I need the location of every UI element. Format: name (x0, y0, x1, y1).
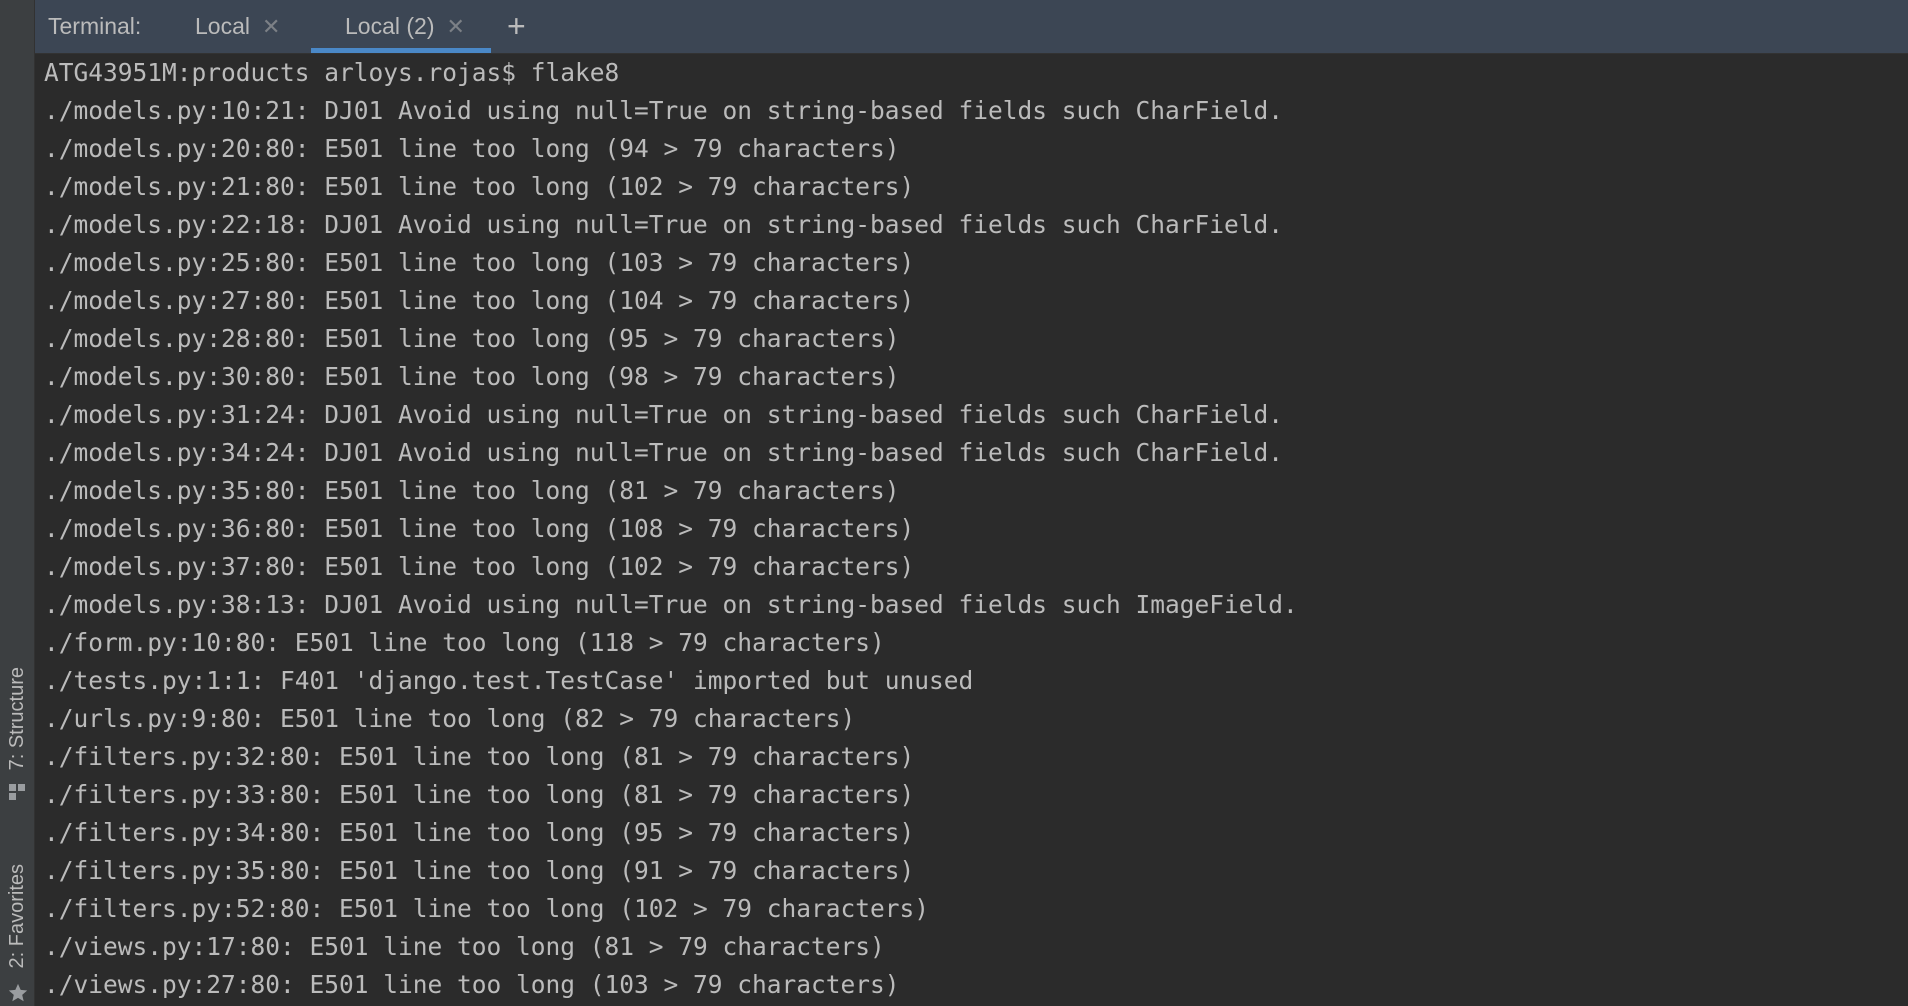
terminal-line: ./models.py:21:80: E501 line too long (1… (44, 172, 915, 201)
terminal-line: ./filters.py:33:80: E501 line too long (… (44, 780, 915, 809)
star-icon (7, 982, 28, 1002)
terminal-line: ./models.py:25:80: E501 line too long (1… (44, 248, 915, 277)
terminal-line: ./models.py:20:80: E501 line too long (9… (44, 134, 900, 163)
terminal-line: ./filters.py:35:80: E501 line too long (… (44, 856, 915, 885)
structure-label: 7: Structure (6, 666, 28, 770)
terminal-line: ./views.py:17:80: E501 line too long (81… (44, 932, 885, 961)
terminal-window: 7: Structure 2: Favorites Terminal: Loca… (0, 0, 1908, 1006)
terminal-line: ./views.py:27:80: E501 line too long (10… (44, 970, 900, 999)
terminal-line: ./filters.py:52:80: E501 line too long (… (44, 894, 930, 923)
terminal-line: ATG43951M:products arloys.rojas$ flake8 (44, 58, 620, 87)
terminal-line: ./models.py:37:80: E501 line too long (1… (44, 552, 915, 581)
terminal-line: ./models.py:28:80: E501 line too long (9… (44, 324, 900, 353)
terminal-line: ./models.py:35:80: E501 line too long (8… (44, 476, 900, 505)
terminal-line: ./models.py:10:21: DJ01 Avoid using null… (44, 96, 1284, 125)
terminal-line: ./urls.py:9:80: E501 line too long (82 >… (44, 704, 856, 733)
terminal-line: ./models.py:36:80: E501 line too long (1… (44, 514, 915, 543)
tab-local-2[interactable]: Local (2) ✕ (311, 0, 491, 53)
close-icon[interactable]: ✕ (446, 0, 464, 53)
tab-label: Local (2) (345, 13, 435, 39)
terminal-tab-bar: Terminal: Local ✕ Local (2) ✕ + (35, 0, 1908, 54)
terminal-line: ./models.py:27:80: E501 line too long (1… (44, 286, 915, 315)
terminal-output[interactable]: ATG43951M:products arloys.rojas$ flake8 … (35, 54, 1908, 1006)
terminal-line: ./models.py:22:18: DJ01 Avoid using null… (44, 210, 1284, 239)
terminal-line: ./models.py:31:24: DJ01 Avoid using null… (44, 400, 1284, 429)
terminal-line: ./models.py:34:24: DJ01 Avoid using null… (44, 438, 1284, 467)
terminal-title: Terminal: (48, 13, 142, 39)
terminal-line: ./form.py:10:80: E501 line too long (118… (44, 628, 885, 657)
terminal-line: ./filters.py:32:80: E501 line too long (… (44, 742, 915, 771)
close-icon[interactable]: ✕ (262, 0, 280, 53)
terminal-line: ./models.py:38:13: DJ01 Avoid using null… (44, 590, 1298, 619)
plus-icon[interactable]: + (507, 0, 526, 53)
terminal-line: ./models.py:30:80: E501 line too long (9… (44, 362, 900, 391)
tab-label: Local (195, 13, 250, 39)
terminal-line: ./filters.py:34:80: E501 line too long (… (44, 818, 915, 847)
structure-icon (7, 782, 27, 802)
terminal-line: ./tests.py:1:1: F401 'django.test.TestCa… (44, 666, 974, 695)
sidebar-tab-favorites[interactable]: 2: Favorites (0, 838, 34, 1006)
sidebar-tab-structure[interactable]: 7: Structure (0, 640, 34, 810)
left-tool-strip: 7: Structure 2: Favorites (0, 0, 35, 1006)
favorites-label: 2: Favorites (6, 863, 28, 968)
